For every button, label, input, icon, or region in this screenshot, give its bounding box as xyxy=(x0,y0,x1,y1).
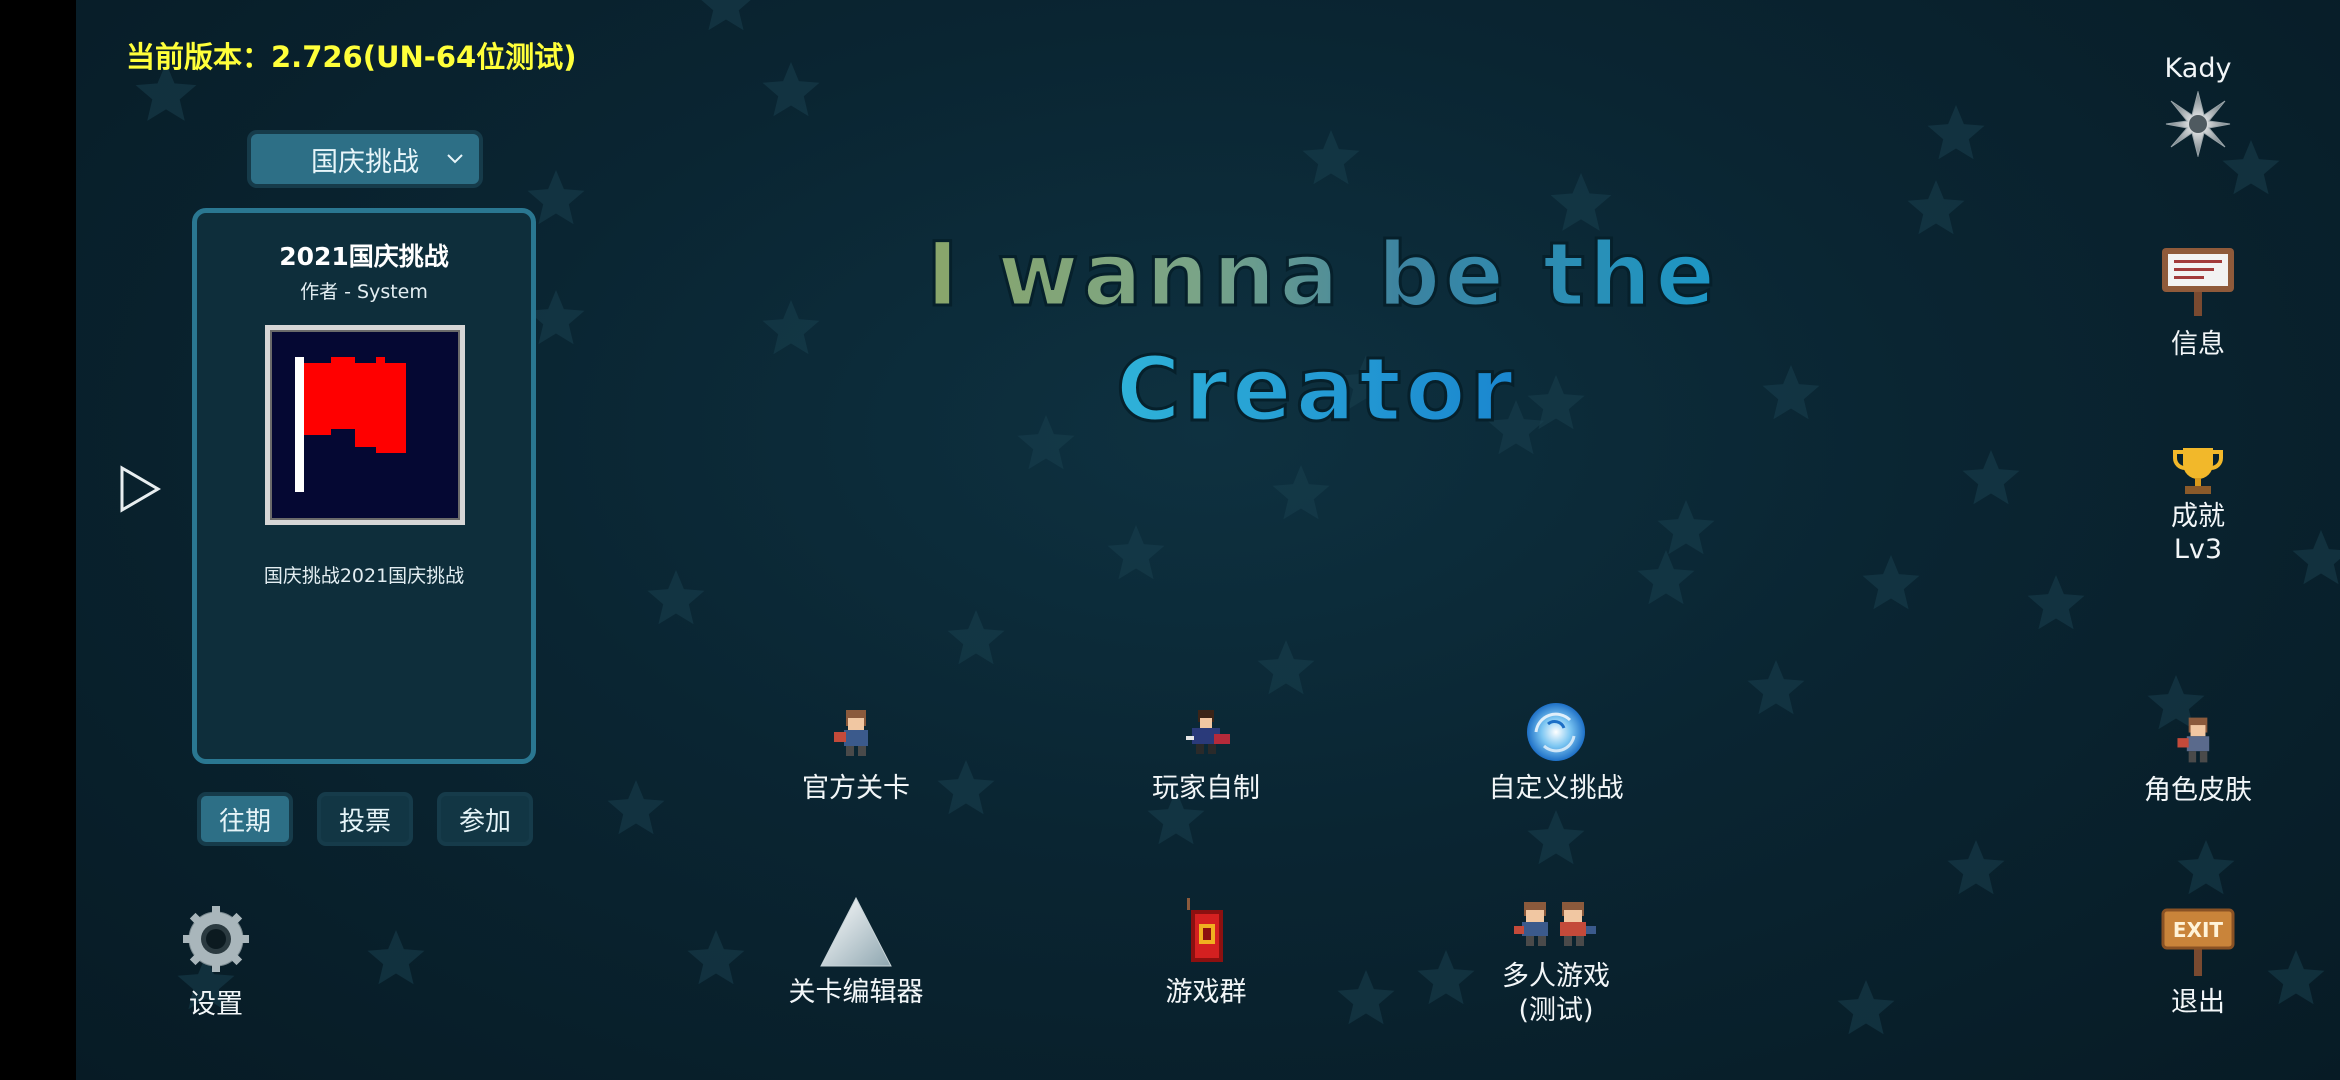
background-star xyxy=(1302,130,1360,185)
background-star xyxy=(1637,550,1695,605)
exit-sign-icon: EXIT xyxy=(2161,908,2235,976)
background-star xyxy=(1837,980,1895,1035)
exit-label: 退出 xyxy=(2171,987,2225,1018)
username: Kady xyxy=(2164,53,2232,84)
challenge-thumbnail xyxy=(265,325,465,525)
achievement-button[interactable]: 成就 Lv3 xyxy=(2118,444,2278,566)
achievement-label: 成就 xyxy=(2171,501,2225,532)
background-star xyxy=(1272,465,1330,520)
multiplayer-note: (测试) xyxy=(1518,995,1594,1026)
multiplayer-label: 多人游戏 xyxy=(1502,961,1610,992)
background-star xyxy=(1107,525,1165,580)
trophy-icon xyxy=(2173,448,2223,494)
title-line2: Creator xyxy=(1116,338,1517,441)
background-star xyxy=(527,170,585,225)
exit-button[interactable]: EXIT 退出 xyxy=(2118,904,2278,1019)
background-star xyxy=(1257,640,1315,695)
background-star xyxy=(762,300,820,355)
game-title-logo: I wanna be the Creator xyxy=(925,222,1719,443)
svg-text:EXIT: EXIT xyxy=(2173,918,2224,942)
level-editor-button[interactable]: 关卡编辑器 xyxy=(736,896,976,1010)
background-star xyxy=(1657,500,1715,555)
background-star xyxy=(527,290,585,345)
challenge-type-dropdown[interactable]: 国庆挑战 xyxy=(247,130,483,188)
player-made-label: 玩家自制 xyxy=(1152,773,1260,804)
tab-join[interactable]: 参加 xyxy=(437,792,533,846)
red-flag-icon xyxy=(295,357,406,492)
background-star xyxy=(1337,970,1395,1025)
tab-past[interactable]: 往期 xyxy=(197,792,293,846)
achievement-level: Lv3 xyxy=(2173,534,2223,565)
dropdown-selected-label: 国庆挑战 xyxy=(311,146,419,178)
background-star xyxy=(1762,365,1820,420)
settings-button[interactable]: 设置 xyxy=(136,904,296,1021)
challenge-description: 国庆挑战2021国庆挑战 xyxy=(263,565,465,587)
background-star xyxy=(1862,555,1920,610)
challenge-author: 作者 - System xyxy=(300,281,428,303)
skins-label: 角色皮肤 xyxy=(2144,775,2252,806)
settings-label: 设置 xyxy=(189,989,243,1020)
custom-challenge-button[interactable]: 自定义挑战 xyxy=(1436,700,1676,806)
background-star xyxy=(2177,840,2235,895)
chevron-down-icon xyxy=(447,154,463,164)
player-made-button[interactable]: 玩家自制 xyxy=(1086,700,1326,806)
background-star xyxy=(2292,530,2340,585)
background-star xyxy=(1947,840,2005,895)
background-star xyxy=(1527,810,1585,865)
title-line1: I wanna be the xyxy=(926,223,1719,326)
game-group-label: 游戏群 xyxy=(1165,977,1247,1008)
info-button[interactable]: 信息 xyxy=(2118,244,2278,361)
swirl-vortex-icon xyxy=(1527,703,1585,761)
play-arrow-icon[interactable] xyxy=(118,464,162,514)
info-label: 信息 xyxy=(2171,329,2225,360)
spike-triangle-icon xyxy=(820,896,892,967)
level-editor-label: 关卡编辑器 xyxy=(788,977,924,1008)
gear-icon xyxy=(183,906,249,972)
background-star xyxy=(367,930,425,985)
background-star xyxy=(1907,180,1965,235)
official-levels-button[interactable]: 官方关卡 xyxy=(736,700,976,806)
background-star xyxy=(2027,575,2085,630)
game-group-button[interactable]: 游戏群 xyxy=(1086,896,1326,1010)
character-caped-icon xyxy=(1186,710,1230,754)
background-star xyxy=(701,0,751,31)
multiplayer-characters-icon xyxy=(1514,902,1596,946)
background-star xyxy=(647,570,705,625)
character-kid-icon xyxy=(834,710,868,756)
version-label: 当前版本：2.726(UN-64位测试) xyxy=(126,40,577,74)
user-profile[interactable]: Kady xyxy=(2118,52,2278,157)
background-star xyxy=(1962,450,2020,505)
spiked-star-icon xyxy=(2165,91,2231,157)
official-levels-label: 官方关卡 xyxy=(802,773,910,804)
background-star xyxy=(607,780,665,835)
custom-challenge-label: 自定义挑战 xyxy=(1488,773,1624,804)
tab-vote[interactable]: 投票 xyxy=(317,792,413,846)
background-star xyxy=(1747,660,1805,715)
character-skin-icon xyxy=(2177,717,2210,763)
background-star xyxy=(947,610,1005,665)
skins-button[interactable]: 角色皮肤 xyxy=(2118,712,2278,807)
multiplayer-button[interactable]: 多人游戏 (测试) xyxy=(1436,896,1676,1028)
challenge-title: 2021国庆挑战 xyxy=(279,242,449,271)
challenge-card[interactable]: 2021国庆挑战 作者 - System 国庆挑战2021国庆挑战 xyxy=(192,208,536,764)
save-point-icon xyxy=(1187,898,1223,962)
background-star xyxy=(762,62,820,117)
game-screen: 当前版本：2.726(UN-64位测试) 国庆挑战 2021国庆挑战 作者 - … xyxy=(76,0,2340,1080)
background-star xyxy=(1927,105,1985,160)
info-sign-icon xyxy=(2162,248,2234,316)
